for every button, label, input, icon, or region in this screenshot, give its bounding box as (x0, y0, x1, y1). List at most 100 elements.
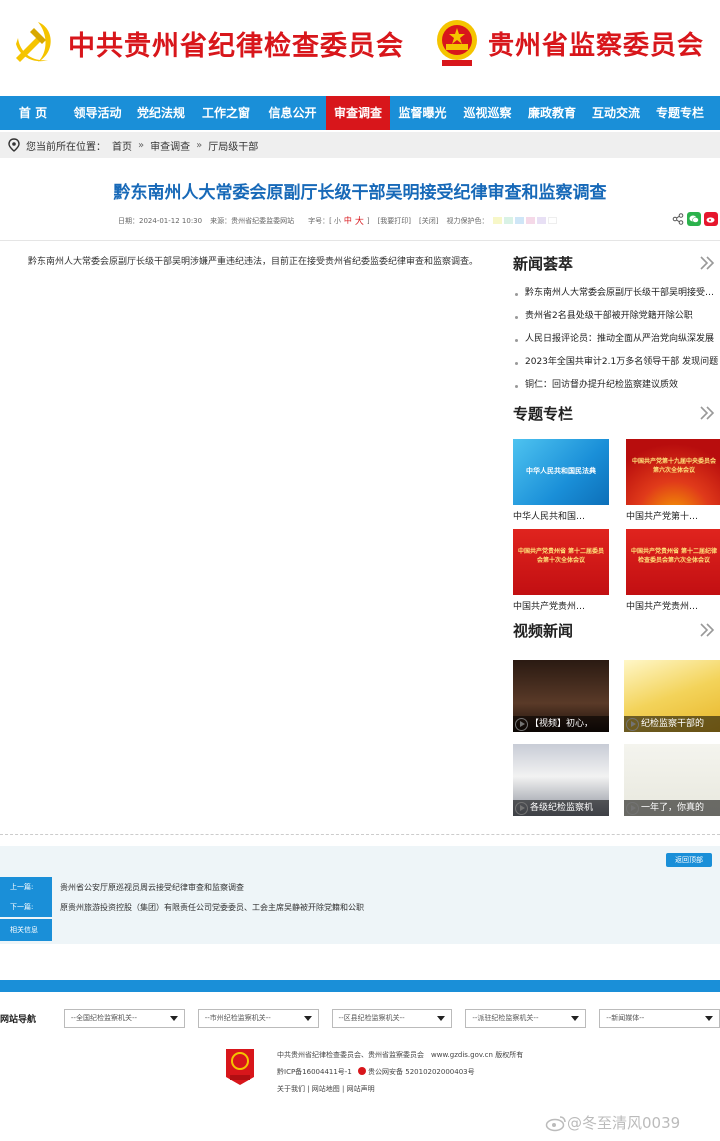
site-header: 中共贵州省纪律检查委员会 贵州省监察委员会 (0, 0, 720, 96)
topic-label[interactable]: 中国共产党第十… (626, 509, 720, 523)
font-size-close: ] (366, 216, 370, 225)
video-card[interactable]: 一年了，你真的 (624, 744, 720, 816)
footer-links[interactable]: 关于我们 | 网站地图 | 网站声明 (277, 1081, 523, 1098)
eye-swatch[interactable] (525, 217, 535, 224)
eye-care-swatches (492, 217, 557, 224)
icp-link[interactable]: 黔ICP备16004411号-1 (277, 1068, 352, 1076)
font-small-button[interactable]: 小 (334, 216, 341, 226)
article-body: 黔东南州人大常委会原副厅长级干部吴明涉嫌严重违纪违法，目前正在接受贵州省纪委监委… (28, 257, 479, 267)
police-record-link[interactable]: 贵公网安备 52010202000403号 (368, 1068, 475, 1076)
topic-image: 中华人民共和国民法典 (513, 439, 609, 505)
share-bar (672, 212, 718, 226)
watermark-text: @冬至清风0039 (567, 1114, 681, 1132)
breadcrumb-prefix: 您当前所在位置： (26, 141, 106, 153)
icp-line: 黔ICP备16004411号-1 贵公网安备 52010202000403号 (277, 1064, 523, 1081)
article-date: 日期：2024-01-12 10:30 (118, 216, 203, 225)
nav-investigation[interactable]: 审查调查 (326, 96, 390, 130)
video-card[interactable]: 各级纪检监察机 (513, 744, 609, 816)
weibo-watermark: @冬至清风0039 (545, 1112, 680, 1133)
font-medium-button[interactable]: 中 (344, 215, 352, 226)
nav-info-public[interactable]: 信息公开 (259, 96, 326, 130)
share-icon[interactable] (672, 213, 684, 225)
topic-card[interactable]: 中国共产党贵州省 第十二届委员会第十次全体会议 中国共产党贵州… (513, 529, 609, 613)
nav-home[interactable]: 首 页 (0, 96, 66, 130)
nav-work-window[interactable]: 工作之窗 (193, 96, 259, 130)
video-card[interactable]: 纪检监察干部的 (624, 660, 720, 732)
dropdown-arrow-icon (303, 1015, 312, 1021)
nav-integrity-education[interactable]: 廉政教育 (520, 96, 584, 130)
weibo-share-icon[interactable] (704, 212, 718, 226)
city-agencies-select[interactable]: --市州纪检监察机关-- (197, 1008, 319, 1028)
news-item[interactable]: 铜仁：回访督办提升纪检监察建议质效 (513, 374, 720, 397)
prev-article-link[interactable]: 贵州省公安厅原巡视员周云接受纪律审查和监察调查 (60, 882, 244, 893)
wechat-share-icon[interactable] (687, 212, 701, 226)
main-nav: 首 页 领导活动 党纪法规 工作之窗 信息公开 审查调查 监督曝光 巡视巡察 廉… (0, 96, 720, 130)
breadcrumb-investigation[interactable]: 审查调查 (150, 138, 190, 153)
news-media-select[interactable]: --新闻媒体-- (599, 1008, 720, 1028)
nav-regulations[interactable]: 党纪法规 (129, 96, 193, 130)
news-section-title[interactable]: 新闻荟萃 (513, 250, 720, 278)
double-chevron-icon[interactable] (698, 254, 716, 272)
news-item[interactable]: 2023年全国共审计2.1万多名领导干部 发现问题 (513, 351, 720, 374)
video-label: 【视频】初心， (513, 716, 609, 732)
select-value: --市州纪检监察机关-- (204, 1013, 271, 1022)
video-label: 一年了，你真的 (624, 800, 720, 816)
topic-label[interactable]: 中国共产党贵州… (626, 599, 720, 613)
stationed-agencies-select[interactable]: --派驻纪检监察机关-- (465, 1008, 587, 1028)
news-item[interactable]: 贵州省2名县处级干部被开除党籍开除公职 (513, 305, 720, 328)
topic-image: 中国共产党贵州省 第十二届纪律检查委员会第六次全体会议 (626, 529, 720, 595)
next-article-tag: 下一篇: (0, 897, 52, 917)
site-nav-label: 网站导航 (0, 1014, 37, 1025)
news-item[interactable]: 人民日报评论员：推动全面从严治党向纵深发展 (513, 328, 720, 351)
topics-section-title[interactable]: 专题专栏 (513, 400, 720, 428)
video-section-title[interactable]: 视频新闻 (513, 617, 720, 645)
eye-swatch[interactable] (492, 217, 502, 224)
news-item[interactable]: 黔东南州人大常委会原副厅长级干部吴明接受纪律审查和监察调查 (513, 282, 720, 305)
eye-swatch[interactable] (503, 217, 513, 224)
dropdown-arrow-icon (437, 1015, 446, 1021)
video-card[interactable]: 【视频】初心， (513, 660, 609, 732)
topic-image: 中国共产党第十九届中央委员会 第六次全体会议 (626, 439, 720, 505)
nav-exposure[interactable]: 监督曝光 (390, 96, 455, 130)
topic-image: 中国共产党贵州省 第十二届委员会第十次全体会议 (513, 529, 609, 595)
double-chevron-icon[interactable] (698, 404, 716, 422)
cpc-discipline-title: 中共贵州省纪律检查委员会 (68, 30, 404, 62)
breadcrumb-home[interactable]: 首页 (112, 138, 132, 153)
nav-leadership[interactable]: 领导活动 (66, 96, 129, 130)
supervision-logo[interactable]: 贵州省监察委员会 (434, 18, 704, 68)
topic-image-caption: 中华人民共和国民法典 (526, 467, 596, 475)
footer-bar (0, 980, 720, 992)
nav-interaction[interactable]: 互动交流 (584, 96, 648, 130)
eye-swatch[interactable] (514, 217, 524, 224)
eye-swatch[interactable] (536, 217, 546, 224)
eye-swatch[interactable] (547, 217, 557, 224)
video-label: 各级纪检监察机 (513, 800, 609, 816)
nav-inspection[interactable]: 巡视巡察 (455, 96, 520, 130)
topic-card[interactable]: 中华人民共和国民法典 中华人民共和国… (513, 439, 609, 523)
select-value: --派驻纪检监察机关-- (472, 1013, 539, 1022)
news-section: 新闻荟萃 黔东南州人大常委会原副厅长级干部吴明接受纪律审查和监察调查 贵州省2名… (513, 250, 720, 397)
print-button[interactable]: [我要打印] (378, 216, 411, 226)
nav-special-topics[interactable]: 专题专栏 (648, 96, 712, 130)
news-section-heading: 新闻荟萃 (513, 255, 574, 273)
breadcrumb: 您当前所在位置： 首页 » 审查调查 » 厅局级干部 (0, 132, 720, 158)
party-government-badge-icon[interactable] (224, 1047, 256, 1087)
double-chevron-icon[interactable] (698, 621, 716, 639)
cpc-discipline-logo[interactable]: 中共贵州省纪律检查委员会 (8, 18, 404, 68)
prev-article-row: 上一篇: 贵州省公安厅原巡视员周云接受纪律审查和监察调查 (0, 877, 720, 897)
video-section-heading: 视频新闻 (513, 622, 574, 640)
breadcrumb-current[interactable]: 厅局级干部 (208, 138, 258, 153)
font-large-button[interactable]: 大 (355, 214, 364, 227)
topics-section: 专题专栏 中华人民共和国民法典 中华人民共和国… 中国共产党第十九届中央委员会 … (513, 400, 720, 613)
topic-label[interactable]: 中国共产党贵州… (513, 599, 609, 613)
article-divider (0, 240, 720, 241)
related-info-row: 相关信息 (0, 919, 720, 941)
back-to-top-button[interactable]: 返回顶部 (666, 853, 712, 867)
county-agencies-select[interactable]: --区县纪检监察机关-- (331, 1008, 453, 1028)
close-button[interactable]: [关闭] (419, 216, 438, 226)
next-article-link[interactable]: 原贵州旅游投资控股（集团）有限责任公司党委委员、工会主席吴静被开除党籍和公职 (60, 902, 364, 913)
national-agencies-select[interactable]: --全国纪检监察机关-- (63, 1008, 185, 1028)
topic-card[interactable]: 中国共产党第十九届中央委员会 第六次全体会议 中国共产党第十… (626, 439, 720, 523)
topic-label[interactable]: 中华人民共和国… (513, 509, 609, 523)
topic-card[interactable]: 中国共产党贵州省 第十二届纪律检查委员会第六次全体会议 中国共产党贵州… (626, 529, 720, 613)
